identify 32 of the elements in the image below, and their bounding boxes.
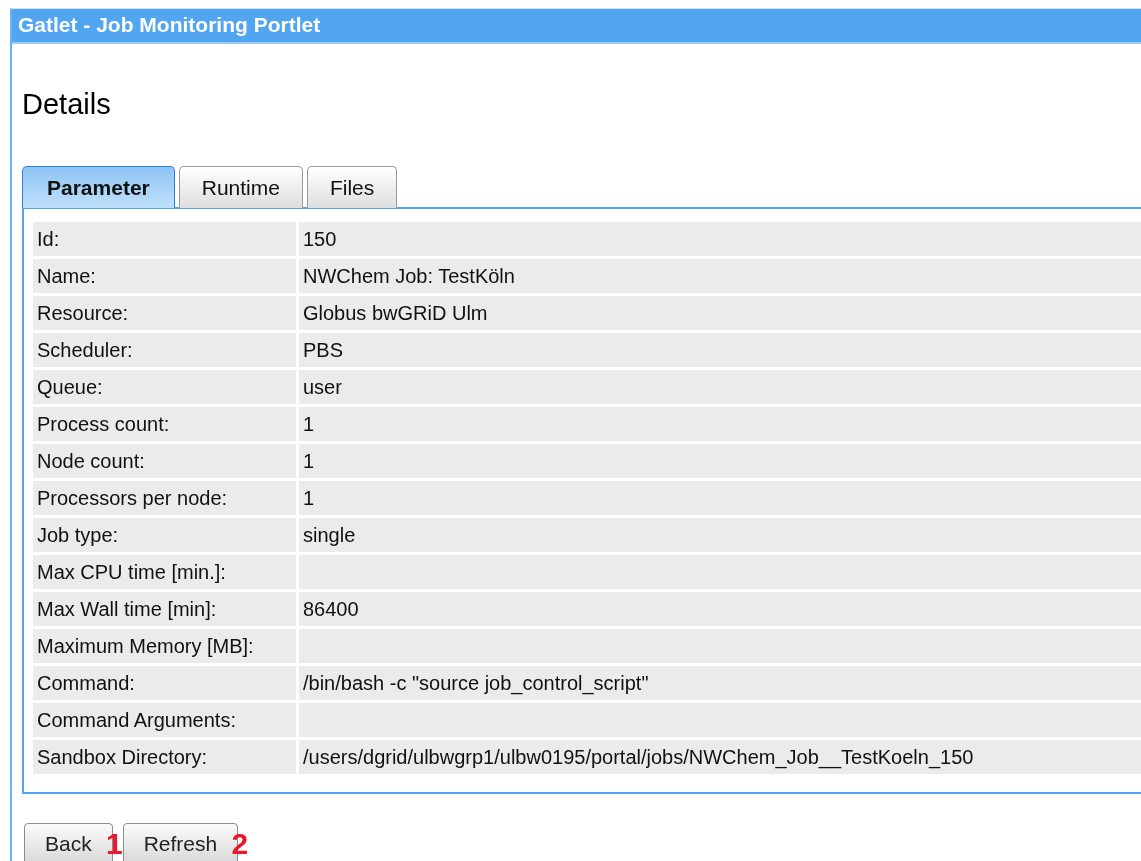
table-cell: Globus bwGRiD Ulm — [299, 296, 1141, 330]
table-cell: Job type: — [33, 518, 296, 552]
table-cell: Queue: — [33, 370, 296, 404]
table-cell: PBS — [299, 333, 1141, 367]
portlet-title: Gatlet - Job Monitoring Portlet — [12, 9, 1141, 44]
table-cell: Sandbox Directory: — [33, 740, 296, 774]
table-cell: Name: — [33, 259, 296, 293]
table-cell: Node count: — [33, 444, 296, 478]
table-cell: /bin/bash -c "source job_control_script" — [299, 666, 1141, 700]
tab[interactable]: Parameter — [22, 166, 175, 208]
table-cell: Resource: — [33, 296, 296, 330]
table-cell: 1 — [299, 444, 1141, 478]
table-cell: Processors per node: — [33, 481, 296, 515]
table-cell: user — [299, 370, 1141, 404]
table-cell: 86400 — [299, 592, 1141, 626]
table-cell: NWChem Job: TestKöln — [299, 259, 1141, 293]
table-cell: Maximum Memory [MB]: — [33, 629, 296, 663]
tab[interactable]: Files — [306, 166, 398, 208]
table-cell: Id: — [33, 222, 296, 256]
tab[interactable]: Runtime — [178, 166, 303, 208]
table-cell: Scheduler: — [33, 333, 296, 367]
table-cell: Max Wall time [min]: — [33, 592, 296, 626]
table-cell: /users/dgrid/ulbwgrp1/ulbw0195/portal/jobs/NWChem_Job__TestKoeln_150 — [299, 740, 1141, 774]
table-cell: 1 — [299, 407, 1141, 441]
table-cell: Process count: — [33, 407, 296, 441]
table-cell: Max CPU time [min.]: — [33, 555, 296, 589]
page-heading: Details — [22, 87, 112, 122]
table-cell: single — [299, 518, 1141, 552]
table-cell: Command: — [33, 666, 296, 700]
table-cell: 150 — [299, 222, 1141, 256]
table-cell: 1 — [299, 481, 1141, 515]
table-cell: Command Arguments: — [33, 703, 296, 737]
